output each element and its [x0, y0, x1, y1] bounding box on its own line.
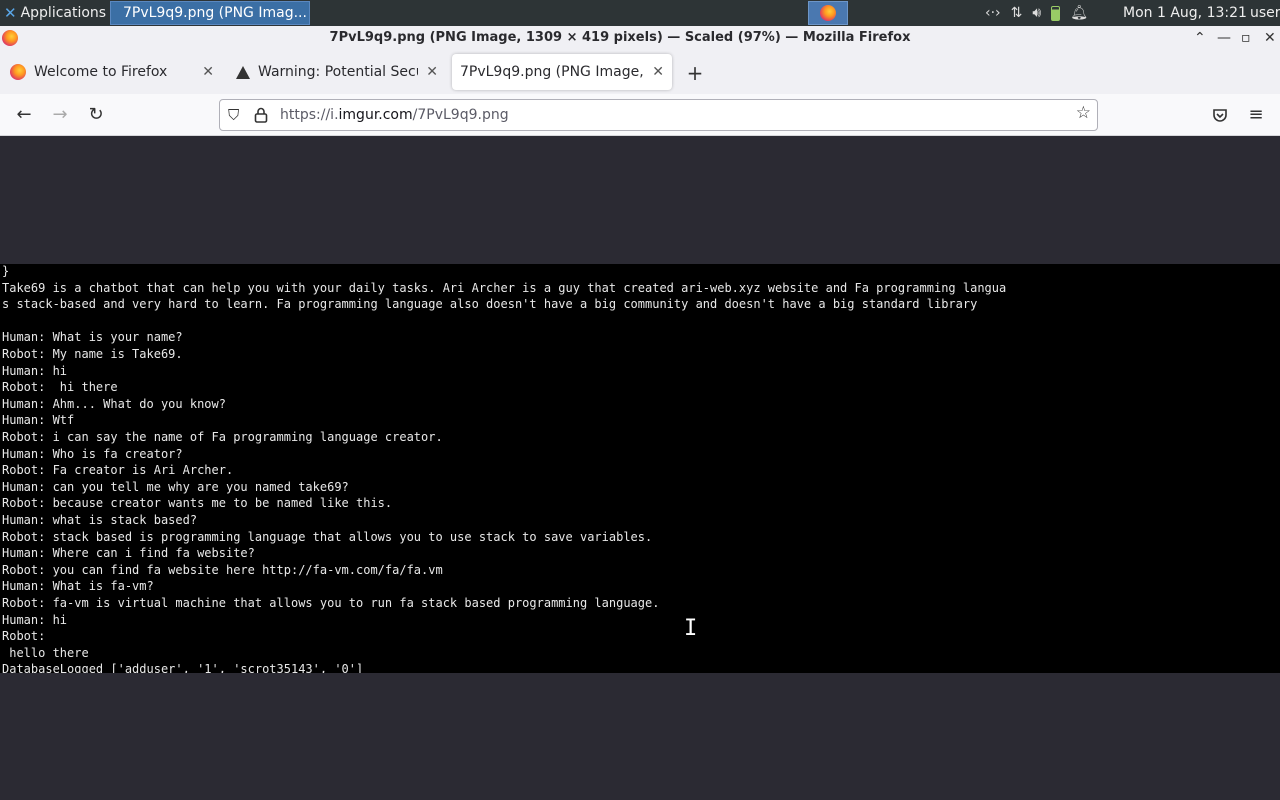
image-text-line: Robot: Fa creator is Ari Archer. — [2, 463, 234, 478]
tab-warning[interactable]: Warning: Potential Securi ✕ — [228, 54, 446, 90]
tab-close-icon[interactable]: ✕ — [652, 64, 664, 80]
system-tray: ‹·› ⇅ 🔊︎ 🔔︎ — [985, 0, 1088, 26]
window-close-icon[interactable]: ✕ — [1264, 26, 1276, 50]
url-bar[interactable]: ⛉ https://i.imgur.com/7PvL9q9.png ☆ — [219, 99, 1098, 131]
notification-bell-icon[interactable]: 🔔︎ — [1070, 5, 1088, 21]
image-text-line: Human: Ahm... What do you know? — [2, 396, 226, 411]
tab-label: Welcome to Firefox — [34, 64, 168, 80]
image-text-line: Human: Wtf — [2, 413, 75, 428]
image-text-line: Take69 is a chatbot that can help you wi… — [2, 280, 1007, 295]
back-arrow-icon[interactable]: ← — [10, 101, 38, 129]
image-text-line: } — [2, 264, 10, 278]
image-viewer: } Take69 is a chatbot that can help you w… — [0, 136, 1280, 800]
network-arrows-icon[interactable]: ‹·› — [985, 5, 1001, 21]
image-text-line: Human: Who is fa creator? — [2, 446, 183, 461]
firefox-icon — [820, 5, 836, 21]
tab-strip: Welcome to Firefox ✕ Warning: Potential … — [0, 50, 1280, 94]
image-text-line: hello there — [2, 645, 89, 660]
clock[interactable]: Mon 1 Aug, 13:21 — [1123, 0, 1247, 26]
tab-welcome[interactable]: Welcome to Firefox ✕ — [2, 54, 222, 90]
image-text-line: Human: What is fa-vm? — [2, 579, 154, 594]
new-tab-button[interactable]: + — [684, 58, 706, 88]
applications-label: Applications — [20, 5, 107, 21]
image-text-line: Human: hi — [2, 363, 68, 378]
bookmark-star-icon[interactable]: ☆ — [1076, 103, 1091, 123]
text-cursor-icon: I — [684, 616, 698, 641]
image-text-line: Robot: hi there — [2, 380, 118, 395]
image-text-line: Robot: i can say the name of Fa programm… — [2, 430, 443, 444]
url-domain: imgur.com — [338, 107, 413, 123]
image-text-line: Robot: stack based is programming langua… — [2, 529, 653, 544]
applications-menu[interactable]: ✕ Applications ⋮ — [0, 0, 128, 26]
volume-icon[interactable]: 🔊︎ — [1032, 5, 1041, 21]
image-text-line: Human: can you tell me why are you named… — [2, 479, 349, 494]
tab-image[interactable]: 7PvL9q9.png (PNG Image, 1 ✕ — [452, 54, 672, 90]
window-shade-icon[interactable]: ⌃ — [1194, 26, 1206, 50]
warning-icon — [236, 65, 250, 79]
image-text-line: Human: Where can i find fa website? — [2, 546, 255, 561]
window-title: 7PvL9q9.png (PNG Image, 1309 × 419 pixel… — [329, 30, 911, 45]
tab-label: 7PvL9q9.png (PNG Image, 1 — [460, 64, 645, 80]
url-prefix: https://i. — [280, 107, 339, 123]
tab-label: Warning: Potential Securi — [258, 64, 419, 80]
navigation-toolbar: ← → ↻ ⛉ https://i.imgur.com/7PvL9q9.png … — [0, 94, 1280, 136]
transfer-icon[interactable]: ⇅ — [1011, 5, 1023, 21]
image-text-line: Robot: My name is Take69. — [2, 347, 183, 361]
image-text-line: Human: What is your name? — [2, 330, 183, 345]
firefox-icon — [10, 64, 26, 80]
image-text-line: Robot: you can find fa website here http… — [2, 562, 443, 577]
window-maximize-icon[interactable]: ▫ — [1241, 26, 1251, 50]
system-panel: ✕ Applications ⋮ 7PvL9q9.png (PNG Imag..… — [0, 0, 1280, 26]
taskbar-window-title: 7PvL9q9.png (PNG Imag... — [123, 5, 307, 21]
window-minimize-icon[interactable]: — — [1217, 26, 1231, 50]
user-menu[interactable]: user — [1250, 0, 1280, 26]
image-text-line: Human: what is stack based? — [2, 513, 198, 527]
url-text[interactable]: https://i.imgur.com/7PvL9q9.png — [280, 100, 509, 130]
image-text-line: Robot: because creator wants me to be na… — [2, 496, 393, 511]
displayed-image[interactable]: } Take69 is a chatbot that can help you w… — [0, 264, 1280, 673]
forward-arrow-icon[interactable]: → — [46, 101, 74, 129]
image-text-line: Robot: — [2, 629, 46, 644]
window-titlebar: 7PvL9q9.png (PNG Image, 1309 × 419 pixel… — [0, 26, 1280, 50]
url-path: /7PvL9q9.png — [412, 107, 509, 123]
taskbar-firefox-window[interactable]: 7PvL9q9.png (PNG Imag... — [110, 1, 310, 25]
tab-close-icon[interactable]: ✕ — [426, 64, 438, 80]
image-text-line: Robot: fa-vm is virtual machine that all… — [2, 596, 660, 610]
image-text-line: s stack-based and very hard to learn. Fa… — [2, 297, 978, 312]
battery-icon[interactable] — [1051, 5, 1061, 21]
image-text-line: DatabaseLogged ['adduser', '1', 'scrot35… — [2, 662, 364, 673]
image-text-line: Human: hi — [2, 612, 68, 627]
reload-icon[interactable]: ↻ — [82, 101, 110, 129]
shield-icon[interactable]: ⛉ — [228, 106, 239, 124]
taskbar-firefox-launcher[interactable] — [808, 1, 848, 25]
hamburger-menu-icon[interactable]: ≡ — [1242, 101, 1270, 129]
tab-close-icon[interactable]: ✕ — [202, 64, 214, 80]
lock-icon[interactable] — [254, 107, 268, 123]
xfce-logo-icon: ✕ — [4, 4, 17, 22]
pocket-icon[interactable] — [1206, 101, 1234, 129]
